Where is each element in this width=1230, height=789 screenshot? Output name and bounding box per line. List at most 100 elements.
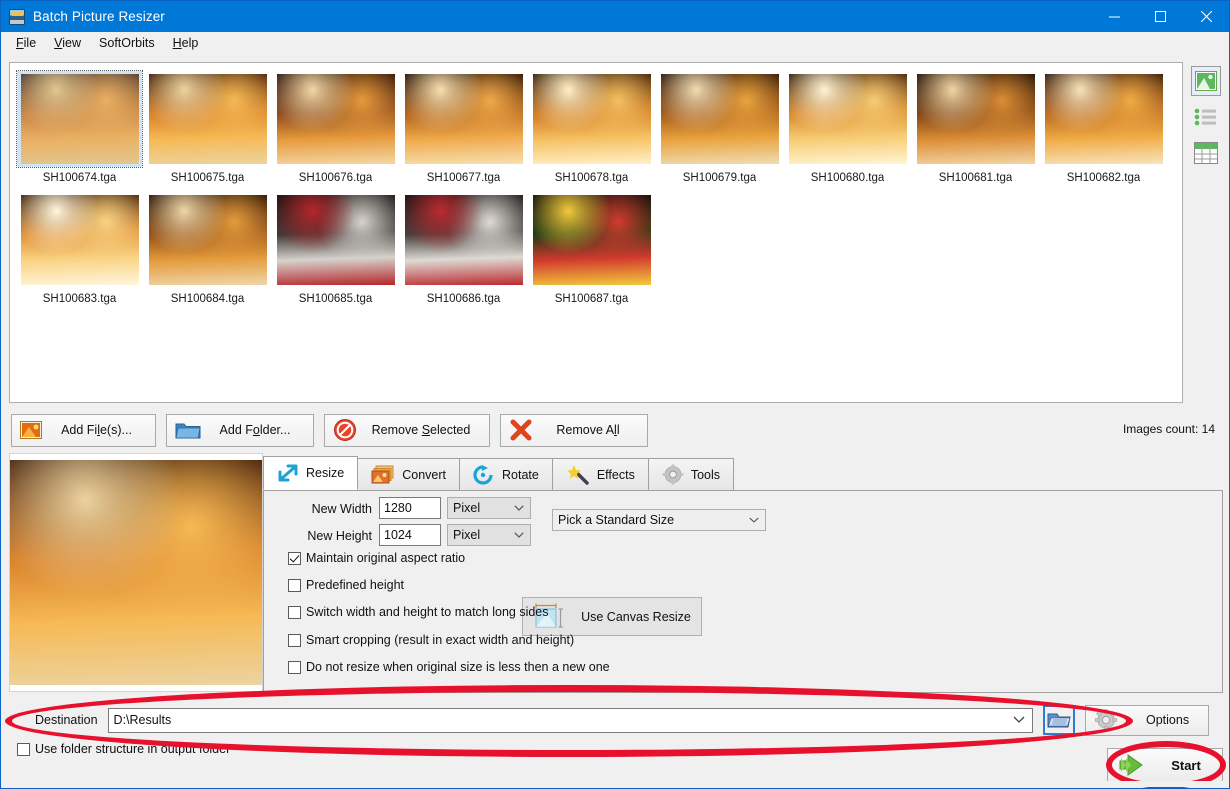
remove-selected-button[interactable]: Remove Selected [324,413,490,447]
checkbox-box-do-not-resize-smaller[interactable] [288,660,301,674]
remove-all-button[interactable]: Remove All [500,413,648,447]
tab-rotate-label: Rotate [502,467,539,482]
thumbnail-image [404,195,523,285]
thumbnail-item[interactable]: SH100680.tga [785,71,910,184]
thumbnail-filename: SH100683.tga [42,293,117,305]
start-button[interactable]: Start [1107,748,1223,782]
thumbnail-item[interactable]: SH100678.tga [529,71,654,184]
close-button[interactable] [1183,1,1229,32]
new-width-unit-select[interactable]: Pixel [447,497,531,519]
destination-label: Destination [35,713,98,727]
checkbox-box-smart-cropping[interactable] [288,633,301,647]
thumbnail-filename: SH100680.tga [810,172,885,184]
checkbox-predefined-height[interactable]: Predefined height [288,578,404,592]
thumbnail-item[interactable]: SH100679.tga [657,71,782,184]
checkbox-box-use-folder-structure[interactable] [17,742,30,756]
lower-panel: Resize Convert Rotate Effects Tools New … [9,453,1223,698]
list-view-button[interactable] [1191,102,1221,132]
menu-item-softorbits[interactable]: SoftOrbits [90,33,164,53]
thumbnail-filename: SH100674.tga [42,172,117,184]
green-play-arrow-icon [1119,754,1143,776]
thumbnail-item[interactable]: SH100677.tga [401,71,526,184]
thumbnail-list[interactable]: SH100674.tga SH100675.tga SH100676.tga SH10… [9,62,1183,403]
minimize-button[interactable] [1091,1,1137,32]
standard-size-value: Pick a Standard Size [558,513,675,527]
menu-item-view[interactable]: View [45,33,90,53]
browse-folder-button[interactable] [1042,705,1075,735]
remove-all-label: Remove All [556,423,620,437]
thumbnail-filename: SH100676.tga [298,172,373,184]
thumbnail-image [148,74,267,164]
destination-value: D:\Results [113,713,172,727]
thumbnail-filename: SH100678.tga [554,172,629,184]
thumbnail-image [916,74,1035,164]
thumbnail-item[interactable]: SH100684.tga [145,192,270,305]
new-width-input[interactable]: 1280 [379,497,441,519]
use-canvas-resize-button[interactable]: Use Canvas Resize [522,597,702,636]
rotate-arrow-icon [473,464,493,485]
chevron-down-icon[interactable] [1013,713,1025,727]
add-files-button[interactable]: Add File(s)... [11,413,156,447]
thumbnail-frame [145,192,270,288]
tab-effects[interactable]: Effects [551,458,649,490]
tab-rotate[interactable]: Rotate [459,458,553,490]
chevron-down-icon [749,515,759,525]
checkbox-box-maintain-aspect-ratio[interactable] [288,551,301,565]
tab-strip: Resize Convert Rotate Effects Tools [263,456,1223,491]
thumbnail-item[interactable]: SH100674.tga [16,70,143,184]
application-window: Batch Picture Resizer File View SoftOrbi… [0,0,1230,789]
maximize-button[interactable] [1137,1,1183,32]
new-width-unit-value: Pixel [453,501,481,515]
start-label: Start [1171,757,1201,773]
options-button[interactable]: Options [1084,704,1209,736]
tab-tools[interactable]: Tools [647,458,735,490]
details-view-button[interactable] [1191,138,1221,168]
magic-wand-icon [566,464,589,485]
destination-input[interactable]: D:\Results [107,707,1033,733]
thumbnail-item[interactable]: SH100686.tga [401,192,526,305]
tab-effects-label: Effects [596,467,635,482]
remove-selected-label: Remove Selected [371,423,471,437]
checkbox-label-switch-width-height: Switch width and height to match long si… [306,605,549,619]
standard-size-select[interactable]: Pick a Standard Size [552,509,766,531]
thumbnail-view-button[interactable] [1191,66,1221,96]
thumbnail-image [532,195,651,285]
thumbnail-item[interactable]: SH100682.tga [1041,71,1166,184]
thumbnail-filename: SH100685.tga [298,293,373,305]
thumbnail-item[interactable]: SH100676.tga [273,71,398,184]
menu-item-help[interactable]: Help [164,33,208,53]
thumbnail-item[interactable]: SH100675.tga [145,71,270,184]
new-width-label: New Width [311,502,372,516]
checkbox-box-switch-width-height[interactable] [288,605,301,619]
options-label: Options [1146,713,1190,727]
checkbox-label-smart-cropping: Smart cropping (result in exact width an… [306,633,575,647]
thumbnail-item[interactable]: SH100685.tga [273,192,398,305]
checkbox-do-not-resize-smaller[interactable]: Do not resize when original size is less… [288,660,610,674]
thumbnail-filename: SH100684.tga [170,293,245,305]
thumbnail-item[interactable]: SH100683.tga [17,192,142,305]
checkbox-switch-width-height[interactable]: Switch width and height to match long si… [288,605,549,619]
folder-browse-icon [1047,713,1071,728]
add-folder-button[interactable]: Add Folder... [166,413,314,447]
thumbnail-image [1044,74,1163,164]
thumbnail-frame [657,71,782,167]
new-height-input[interactable]: 1024 [379,524,441,546]
thumbnail-item[interactable]: SH100687.tga [529,192,654,305]
gear-icon [1094,709,1117,731]
checkbox-box-predefined-height[interactable] [288,578,301,592]
thumbnail-item[interactable]: SH100681.tga [913,71,1038,184]
thumbnail-image [532,74,651,164]
tab-convert-label: Convert [402,467,446,482]
thumbnail-image [660,74,779,164]
menu-item-file[interactable]: File [7,33,45,53]
menu-label-view-rest: iew [62,35,82,50]
tab-convert[interactable]: Convert [357,458,460,490]
checkbox-maintain-aspect-ratio[interactable]: Maintain original aspect ratio [288,551,465,565]
checkbox-smart-cropping[interactable]: Smart cropping (result in exact width an… [288,633,574,647]
title-bar: Batch Picture Resizer [1,1,1229,32]
new-height-unit-select[interactable]: Pixel [447,524,531,546]
tab-resize[interactable]: Resize [263,456,359,490]
checkbox-use-folder-structure[interactable]: Use folder structure in output folder [17,742,230,756]
gear-icon [662,464,684,485]
menu-label-help-rest: elp [181,35,199,50]
